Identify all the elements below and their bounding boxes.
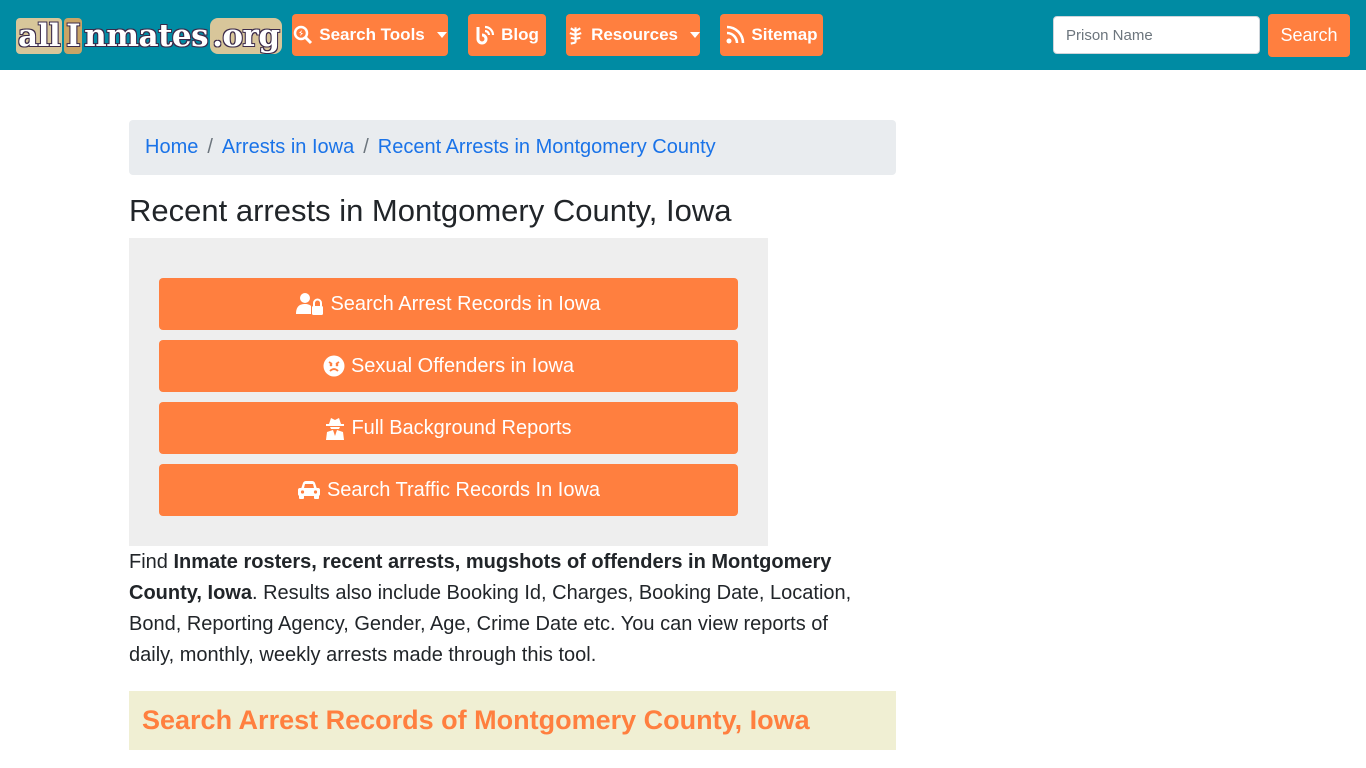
chevron-down-icon	[690, 32, 700, 38]
nav-sitemap-button[interactable]: Sitemap	[720, 14, 823, 56]
search-traffic-records-button[interactable]: Search Traffic Records In Iowa	[159, 464, 738, 516]
search-arrest-records-button[interactable]: Search Arrest Records in Iowa	[159, 278, 738, 330]
nav-resources-label: Resources	[591, 25, 678, 44]
sexual-offenders-label: Sexual Offenders in Iowa	[350, 354, 575, 377]
nav-search-tools-label: Search Tools	[319, 25, 425, 44]
full-background-reports-button[interactable]: Full Background Reports	[159, 402, 738, 454]
prison-name-search-input[interactable]	[1053, 16, 1260, 54]
search-button[interactable]: Search	[1268, 14, 1350, 57]
breadcrumb-separator: /	[207, 136, 213, 158]
logo-text-org: .org	[210, 18, 282, 54]
blog-icon	[476, 25, 495, 45]
breadcrumb: Home / Arrests in Iowa / Recent Arrests …	[129, 120, 896, 175]
logo-text-i: I	[64, 18, 83, 54]
leaf-icon	[569, 27, 582, 45]
nav-blog-label: Blog	[501, 25, 539, 44]
site-logo[interactable]: all Inmates .org	[16, 17, 282, 55]
search-arrest-records-label: Search Arrest Records in Iowa	[330, 292, 601, 315]
logo-text-all: all	[16, 18, 63, 54]
page-title: Recent arrests in Montgomery County, Iow…	[129, 193, 732, 228]
rss-icon	[726, 25, 745, 44]
nav-sitemap-label: Sitemap	[751, 25, 818, 44]
sexual-offenders-button[interactable]: Sexual Offenders in Iowa	[159, 340, 738, 392]
chevron-down-icon	[436, 32, 447, 38]
description-lead: Find	[129, 551, 174, 573]
user-lock-icon	[296, 293, 324, 315]
breadcrumb-current-page-link[interactable]: Recent Arrests in Montgomery County	[378, 136, 716, 159]
breadcrumb-arrests-iowa-link[interactable]: Arrests in Iowa	[222, 136, 354, 159]
breadcrumb-separator: /	[363, 136, 369, 158]
search-traffic-records-label: Search Traffic Records In Iowa	[326, 478, 601, 501]
user-secret-icon	[326, 418, 345, 440]
full-background-reports-label: Full Background Reports	[351, 416, 572, 439]
nav-search-tools-button[interactable]: Search Tools	[292, 14, 448, 56]
nav-blog-button[interactable]: Blog	[468, 14, 546, 56]
action-buttons-panel: Search Arrest Records in Iowa Sexual Off…	[129, 238, 768, 546]
breadcrumb-home-link[interactable]: Home	[145, 136, 198, 159]
section-heading: Search Arrest Records of Montgomery Coun…	[129, 691, 896, 750]
search-icon	[294, 25, 313, 45]
logo-text-nmates: nmates	[84, 18, 209, 54]
page-description: Find Inmate rosters, recent arrests, mug…	[129, 547, 874, 671]
car-icon	[297, 481, 320, 499]
angry-face-icon	[323, 355, 345, 377]
nav-resources-button[interactable]: Resources	[566, 14, 700, 56]
top-navbar: all Inmates .org Search Tools Blog Resourc…	[0, 0, 1366, 70]
